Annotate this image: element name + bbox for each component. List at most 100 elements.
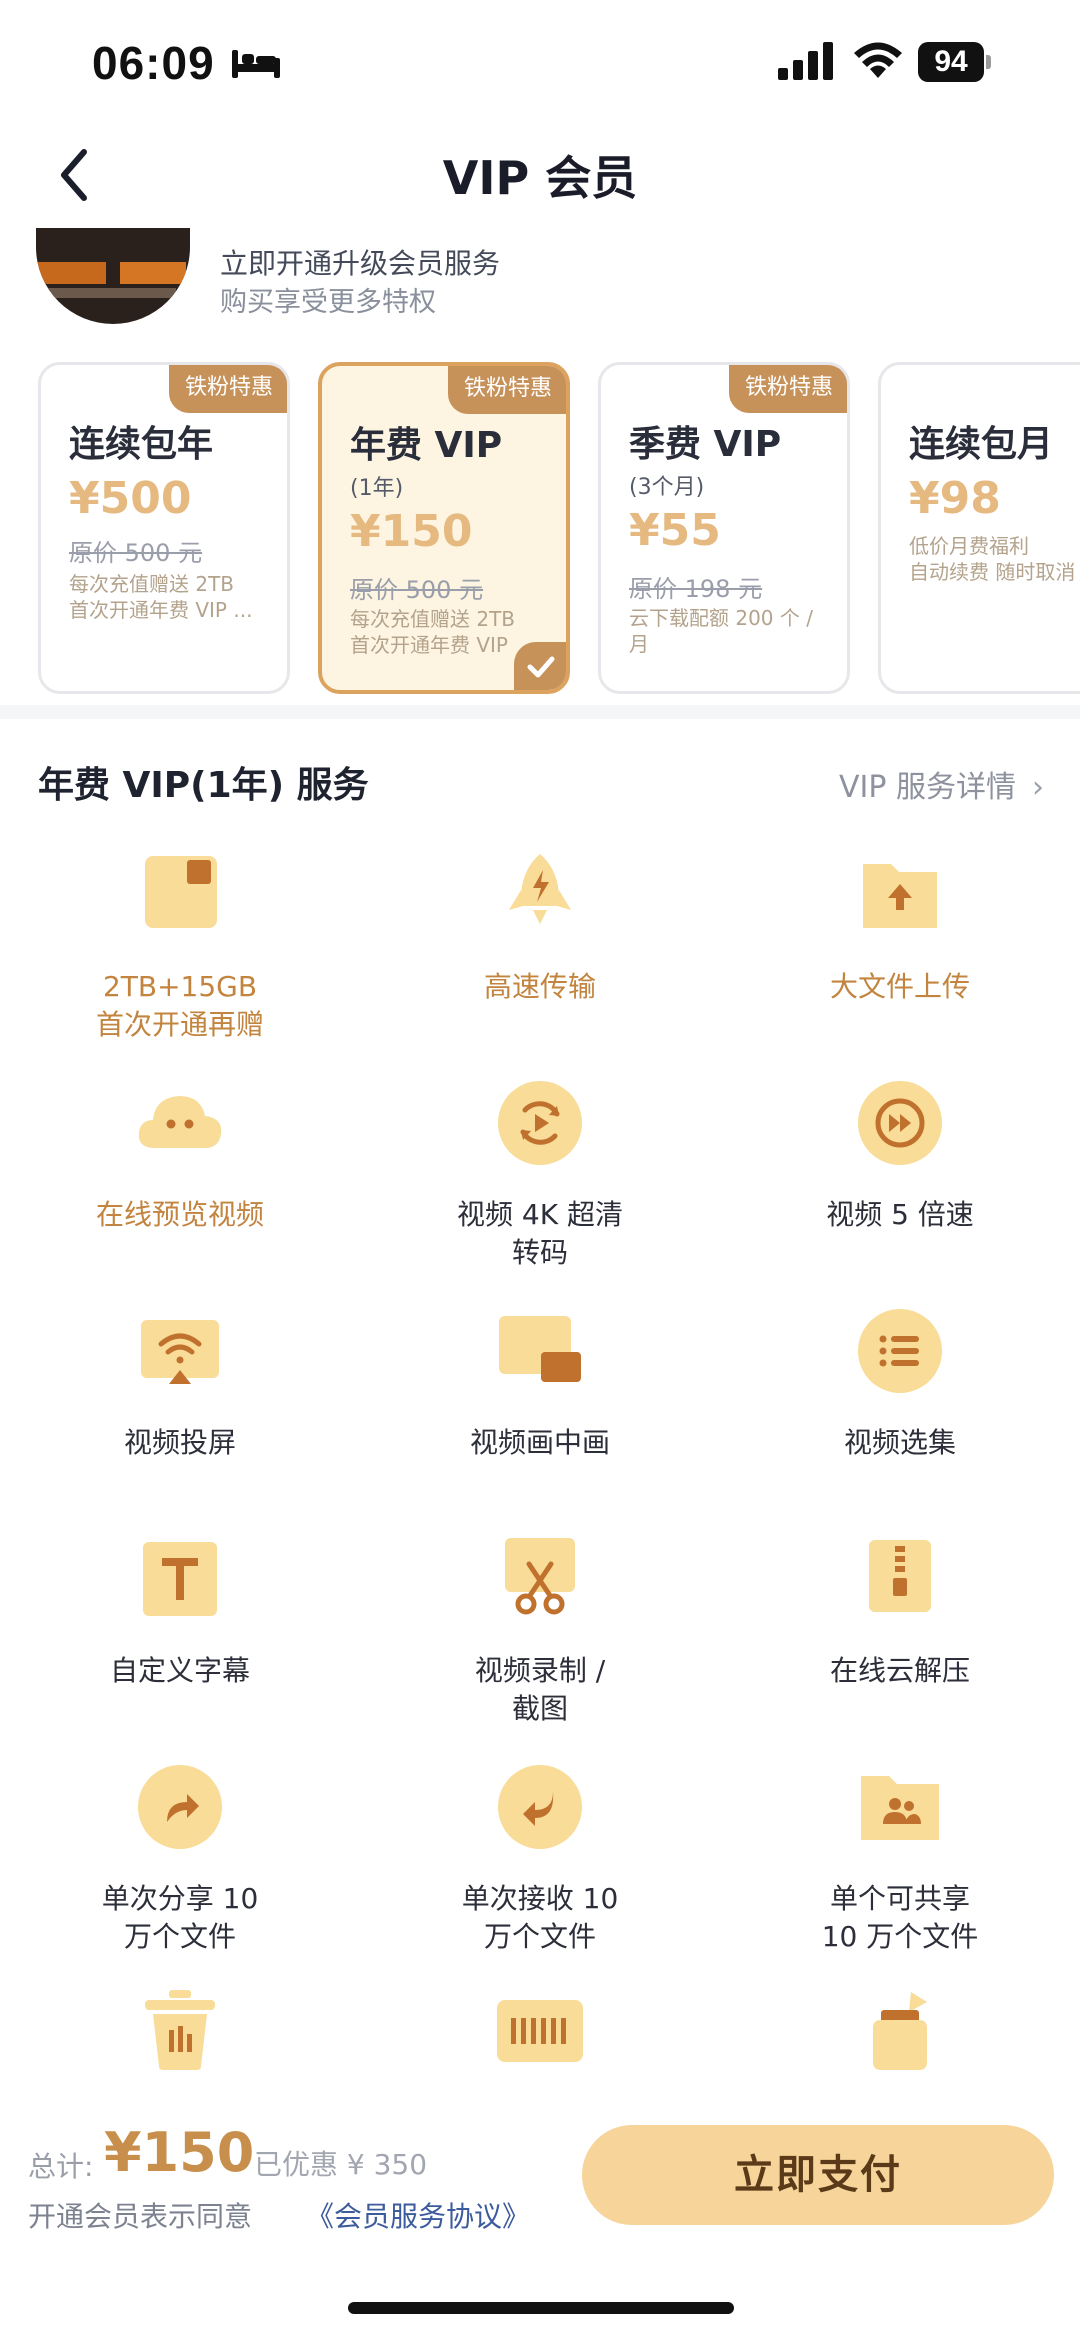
section-divider: [0, 705, 1080, 719]
plan-name: 连续包年: [69, 424, 214, 465]
trash-icon: [145, 1990, 215, 2070]
service-label: 视频投屏: [123, 1426, 236, 1459]
service-item[interactable]: 在线云解压: [720, 1534, 1080, 1762]
service-item[interactable]: 自定义字幕: [0, 1534, 360, 1762]
service-item[interactable]: 单次接收 10 万个文件: [360, 1762, 720, 1990]
ink-bottle-icon: [873, 1992, 927, 2070]
vip-service-details-link[interactable]: VIP 服务详情 ›: [839, 762, 1044, 806]
receive-icon: [498, 1765, 582, 1849]
plan-duration: (3个月): [629, 475, 705, 500]
service-item[interactable]: 视频选集: [720, 1306, 1080, 1534]
service-label: 视频录制 / 截图: [474, 1654, 606, 1725]
service-label: 大文件上传: [829, 970, 970, 1003]
plan-note: 云下载配额 200 个 /: [629, 606, 813, 630]
service-item[interactable]: 高速传输: [360, 850, 720, 1078]
service-item[interactable]: 在线预览视频: [0, 1078, 360, 1306]
battery-icon: 94: [918, 42, 991, 82]
service-label: 单次接收 10 万个文件: [461, 1882, 619, 1953]
service-label: 视频选集: [843, 1426, 956, 1459]
plan-duration: (1年): [350, 476, 404, 501]
signal-icon: [778, 42, 833, 80]
service-label: 单次分享 10 万个文件: [101, 1882, 259, 1953]
plan-price: ¥150: [350, 506, 473, 557]
service-label: 在线云解压: [829, 1654, 970, 1687]
member-service-agreement-link[interactable]: 《会员服务协议》: [306, 2195, 530, 2235]
service-label: 2TB+15GB 首次开通再赠: [95, 970, 264, 1041]
share-icon: [138, 1765, 222, 1849]
plan-note: 每次充值赠送 2TB: [69, 572, 235, 596]
payment-bar: 总计: ¥150 已优惠 ¥ 350 开通会员表示同意 《会员服务协议》 立即支…: [0, 2095, 1080, 2337]
page-title: VIP 会员: [442, 151, 638, 205]
plan-price: ¥500: [69, 473, 192, 524]
cast-icon: [141, 1320, 219, 1384]
selected-check-icon: [514, 642, 566, 690]
episode-list-icon: [858, 1309, 942, 1393]
home-indicator[interactable]: [348, 2302, 734, 2314]
service-label: 视频 5 倍速: [826, 1198, 974, 1231]
promo-headline: 立即开通升级会员服务: [220, 247, 501, 280]
services-title: 年费 VIP(1年) 服务: [38, 765, 369, 806]
sleep-mode-icon: [232, 50, 280, 78]
service-item[interactable]: 视频 4K 超清 转码: [360, 1078, 720, 1306]
total-price: ¥150: [104, 2121, 255, 2184]
picture-in-picture-icon: [499, 1316, 581, 1382]
video-4k-icon: [498, 1081, 582, 1165]
plan-name: 年费 VIP: [350, 425, 503, 466]
plan-price: ¥55: [629, 505, 721, 556]
details-link-label: VIP 服务详情: [839, 770, 1016, 805]
status-time: 06:09: [92, 37, 215, 89]
storage-icon: [145, 856, 217, 928]
subtitle-icon: [143, 1542, 217, 1616]
cloud-icon: [138, 1096, 222, 1148]
service-item[interactable]: 2TB+15GB 首次开通再赠: [0, 850, 360, 1078]
promo-subline: 购买享受更多特权: [220, 287, 436, 318]
total-label: 总计:: [28, 2150, 94, 2183]
plan-card-continuous-monthly[interactable]: 连续包月 ¥98 低价月费福利 自动续费 随时取消: [878, 362, 1080, 694]
plan-note: 每次充值赠送 2TB: [350, 607, 516, 631]
agreement-text: 开通会员表示同意: [28, 2200, 253, 2233]
plan-badge: 铁粉特惠: [728, 365, 847, 413]
plan-original-price: 原价 198 元: [629, 575, 763, 603]
plan-note: 首次开通年费 VIP ...: [69, 598, 253, 622]
plan-card-quarterly-vip[interactable]: 铁粉特惠 季费 VIP (3个月) ¥55 原价 198 元 云下载配额 200…: [598, 362, 850, 694]
rocket-icon: [509, 854, 571, 924]
service-item[interactable]: 视频录制 / 截图: [360, 1534, 720, 1762]
plan-original-price: 原价 500 元: [69, 539, 203, 567]
shared-folder-icon: [861, 1776, 939, 1840]
plan-note: 低价月费福利: [909, 534, 1029, 558]
zip-icon: [869, 1540, 931, 1612]
wifi-icon: [854, 42, 902, 78]
service-label: 视频 4K 超清 转码: [457, 1198, 623, 1269]
plan-badge: 铁粉特惠: [447, 366, 566, 414]
service-label: 自定义字幕: [109, 1654, 250, 1687]
service-item[interactable]: 单个可共享 10 万个文件: [720, 1762, 1080, 1990]
plan-original-price: 原价 500 元: [350, 576, 484, 604]
plan-price: ¥98: [909, 473, 1001, 524]
barcode-icon: [497, 2000, 583, 2062]
service-item[interactable]: 单次分享 10 万个文件: [0, 1762, 360, 1990]
folder-upload-icon: [863, 864, 937, 928]
plan-name: 连续包月: [909, 424, 1054, 465]
service-item[interactable]: 视频画中画: [360, 1306, 720, 1534]
service-item[interactable]: 视频投屏: [0, 1306, 360, 1534]
plan-card-yearly-vip[interactable]: 铁粉特惠 年费 VIP (1年) ¥150 原价 500 元 每次充值赠送 2T…: [318, 362, 570, 694]
service-label: 高速传输: [483, 970, 596, 1003]
promo-thumbnail[interactable]: [36, 228, 190, 324]
service-item[interactable]: 大文件上传: [720, 850, 1080, 1078]
service-label: 单个可共享 10 万个文件: [821, 1882, 979, 1953]
chevron-right-icon: ›: [1032, 770, 1044, 805]
plan-name: 季费 VIP: [629, 424, 782, 465]
status-bar: 06:09 94: [0, 0, 1080, 130]
plan-note: 自动续费 随时取消: [909, 560, 1076, 584]
plan-card-continuous-yearly[interactable]: 铁粉特惠 连续包年 ¥500 原价 500 元 每次充值赠送 2TB 首次开通年…: [38, 362, 290, 694]
plan-badge: 铁粉特惠: [168, 365, 287, 413]
plan-note: 月: [629, 632, 649, 656]
service-label: 在线预览视频: [95, 1198, 264, 1231]
service-item[interactable]: 视频 5 倍速: [720, 1078, 1080, 1306]
fast-forward-icon: [858, 1081, 942, 1165]
scissors-icon: [505, 1538, 575, 1615]
service-label: 视频画中画: [469, 1426, 610, 1459]
pay-now-button[interactable]: 立即支付: [582, 2125, 1054, 2225]
discount-text: 已优惠 ¥ 350: [254, 2148, 428, 2181]
battery-level: 94: [918, 42, 984, 82]
